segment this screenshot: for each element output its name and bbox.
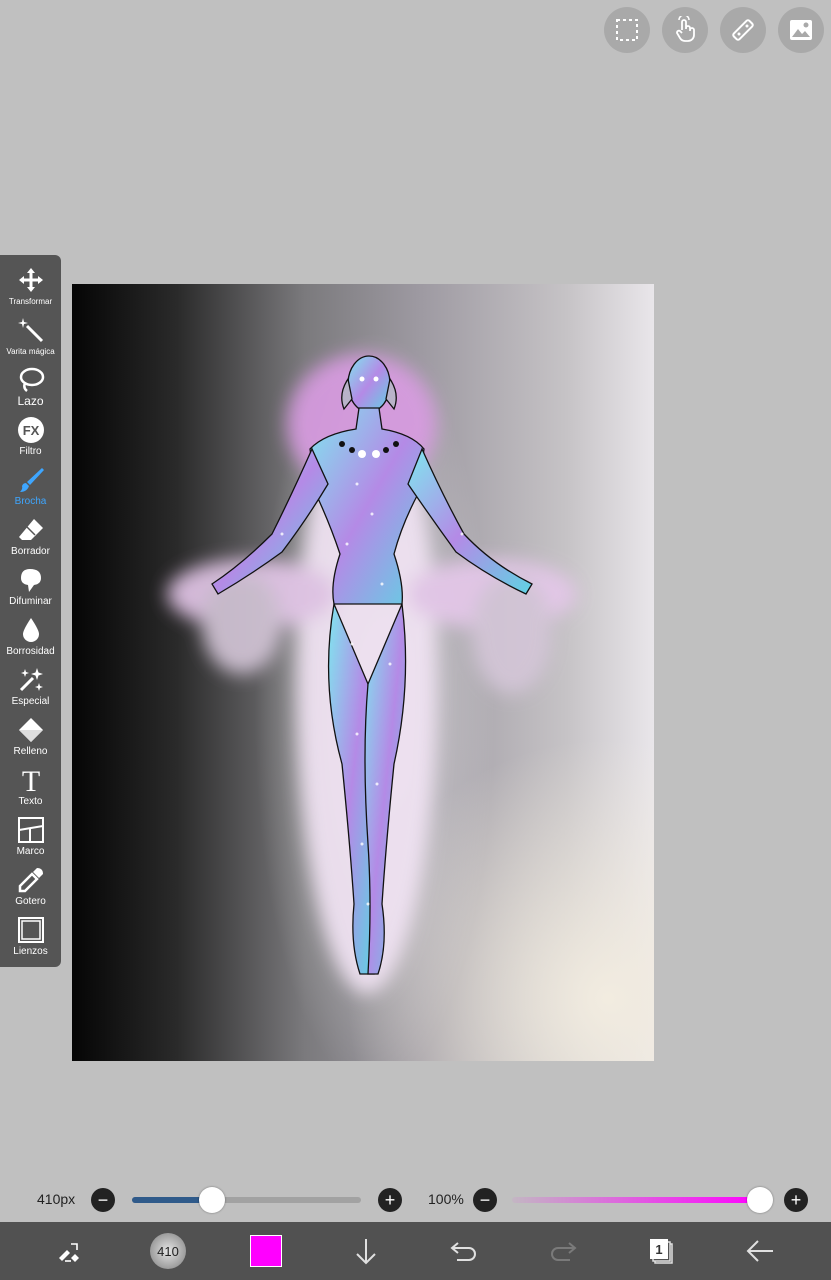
text-icon: T: [21, 766, 39, 794]
tool-label: Transformar: [8, 297, 53, 306]
tool-text[interactable]: T Texto: [0, 758, 61, 808]
tool-frame[interactable]: Marco: [0, 808, 61, 858]
fill-bucket-icon: [18, 718, 43, 742]
opacity-track: [512, 1197, 760, 1203]
smudge-icon: [20, 569, 41, 592]
layers-button[interactable]: 1: [633, 1222, 689, 1280]
bottom-toolbar: 410 1: [0, 1222, 831, 1280]
opacity-value: 100%: [428, 1191, 464, 1207]
brush-size-increase-button[interactable]: +: [378, 1188, 402, 1212]
tool-eyedropper[interactable]: Gotero: [0, 858, 61, 908]
frame-divider-icon: [17, 817, 44, 843]
canvas-icon: [17, 917, 44, 943]
eraser-icon: [18, 519, 43, 540]
sparkle-icon: [19, 668, 43, 692]
tool-eraser[interactable]: Borrador: [0, 508, 61, 558]
tool-label: Especial: [11, 696, 50, 707]
tool-label: Difuminar: [9, 596, 52, 607]
tool-label: Borrosidad: [6, 646, 55, 657]
tool-special[interactable]: Especial: [0, 658, 61, 708]
brush-size-preview-text: 410: [157, 1243, 179, 1259]
undo-icon: [450, 1242, 476, 1261]
tool-palette: Transformar Varita mágica Lazo FX Filtro…: [0, 255, 61, 967]
swap-eraser-button[interactable]: [40, 1222, 96, 1280]
brush-size-preview: 410: [150, 1233, 186, 1269]
undo-button[interactable]: [436, 1222, 492, 1280]
ruler-button[interactable]: [720, 7, 766, 53]
tool-magic-wand[interactable]: Varita mágica: [0, 308, 61, 358]
selection-icon: [616, 19, 638, 41]
touch-gesture-button[interactable]: [662, 7, 708, 53]
tool-label: Filtro: [19, 446, 42, 457]
svg-text:T: T: [21, 766, 39, 794]
color-swatch: [250, 1235, 282, 1267]
selection-button[interactable]: [604, 7, 650, 53]
blur-drop-icon: [22, 618, 39, 642]
brush-size-preview-button[interactable]: 410: [140, 1222, 196, 1280]
tool-label: Varita mágica: [6, 347, 55, 356]
move-arrows-icon: [18, 268, 43, 292]
tool-label: Gotero: [15, 896, 46, 907]
tool-label: Lienzos: [13, 946, 48, 957]
drawing-canvas[interactable]: [72, 284, 654, 1061]
download-arrow-icon: [356, 1239, 376, 1265]
tool-blur[interactable]: Borrosidad: [0, 608, 61, 658]
tool-smudge[interactable]: Difuminar: [0, 558, 61, 608]
image-material-icon: [790, 20, 812, 40]
fx-filter-icon: FX: [17, 417, 44, 443]
tool-filter[interactable]: FX Filtro: [0, 408, 61, 458]
brush-icon: [19, 468, 44, 492]
brush-size-decrease-button[interactable]: −: [91, 1188, 115, 1212]
opacity-decrease-button[interactable]: −: [473, 1188, 497, 1212]
tool-label: Relleno: [13, 746, 48, 757]
tool-label: Lazo: [17, 394, 44, 408]
magic-wand-icon: [17, 318, 43, 343]
ruler-icon: [732, 19, 754, 41]
tool-transform[interactable]: Transformar: [0, 258, 61, 308]
brush-size-slider-thumb[interactable]: [199, 1187, 226, 1213]
tool-fill[interactable]: Relleno: [0, 708, 61, 758]
tool-lasso[interactable]: Lazo: [0, 358, 61, 408]
tool-label: Marco: [16, 846, 45, 857]
color-picker-button[interactable]: [238, 1222, 294, 1280]
svg-text:FX: FX: [22, 423, 39, 438]
tool-label: Texto: [18, 796, 43, 807]
opacity-slider-thumb[interactable]: [747, 1187, 773, 1213]
artwork-figure: [167, 354, 577, 994]
tool-brush[interactable]: Brocha: [0, 458, 61, 508]
image-material-button[interactable]: [778, 7, 824, 53]
layers-icon: 1: [650, 1239, 673, 1264]
apply-download-button[interactable]: [338, 1222, 394, 1280]
touch-gesture-icon: [676, 16, 695, 42]
redo-button[interactable]: [535, 1222, 591, 1280]
tool-canvas[interactable]: Lienzos: [0, 908, 61, 958]
tool-label: Brocha: [14, 496, 47, 507]
opacity-increase-button[interactable]: +: [784, 1188, 808, 1212]
redo-icon: [551, 1242, 577, 1261]
back-button[interactable]: [732, 1222, 788, 1280]
eyedropper-icon: [18, 868, 43, 893]
svg-text:1: 1: [655, 1242, 662, 1257]
swap-eraser-icon: [59, 1243, 79, 1262]
back-arrow-icon: [746, 1240, 773, 1262]
brush-size-value: 410px: [37, 1191, 76, 1207]
lasso-icon: [19, 367, 44, 392]
tool-label: Borrador: [11, 546, 50, 557]
